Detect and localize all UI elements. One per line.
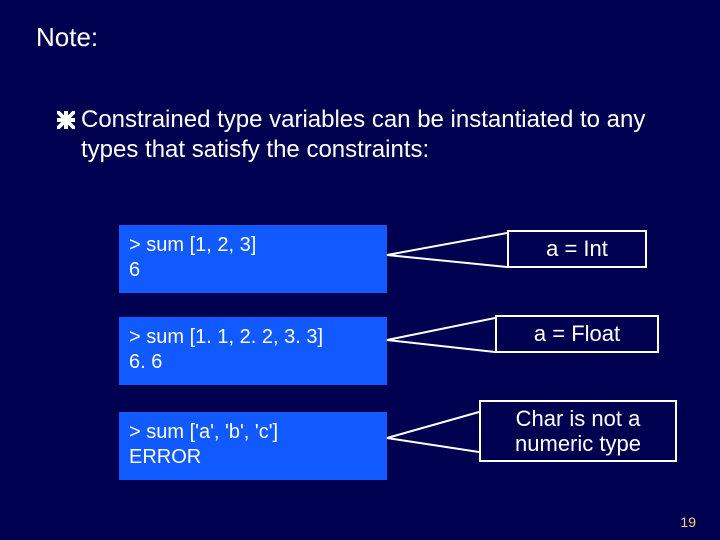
- callout-pointer-icon: [387, 233, 507, 273]
- code-input: > sum [1. 1, 2. 2, 3. 3]: [129, 325, 377, 350]
- code-example-2: > sum [1. 1, 2. 2, 3. 3] 6. 6: [119, 317, 387, 385]
- callout-pointer-icon: [387, 318, 495, 358]
- slide-title: Note:: [36, 22, 98, 53]
- annotation-3: Char is not a numeric type: [479, 400, 677, 462]
- code-input: > sum [1, 2, 3]: [129, 233, 377, 258]
- code-output: 6. 6: [129, 350, 377, 375]
- annotation-1: a = Int: [507, 230, 647, 268]
- code-output: 6: [129, 258, 377, 283]
- code-output: ERROR: [129, 445, 377, 470]
- bullet-row: Constrained type variables can be instan…: [57, 105, 690, 165]
- annotation-2: a = Float: [495, 315, 659, 353]
- code-example-3: > sum ['a', 'b', 'c'] ERROR: [119, 412, 387, 480]
- code-input: > sum ['a', 'b', 'c']: [129, 420, 377, 445]
- star-bullet-icon: [57, 111, 75, 129]
- code-example-1: > sum [1, 2, 3] 6: [119, 225, 387, 293]
- bullet-text: Constrained type variables can be instan…: [81, 105, 690, 165]
- callout-pointer-icon: [387, 412, 479, 460]
- page-number: 19: [680, 514, 696, 530]
